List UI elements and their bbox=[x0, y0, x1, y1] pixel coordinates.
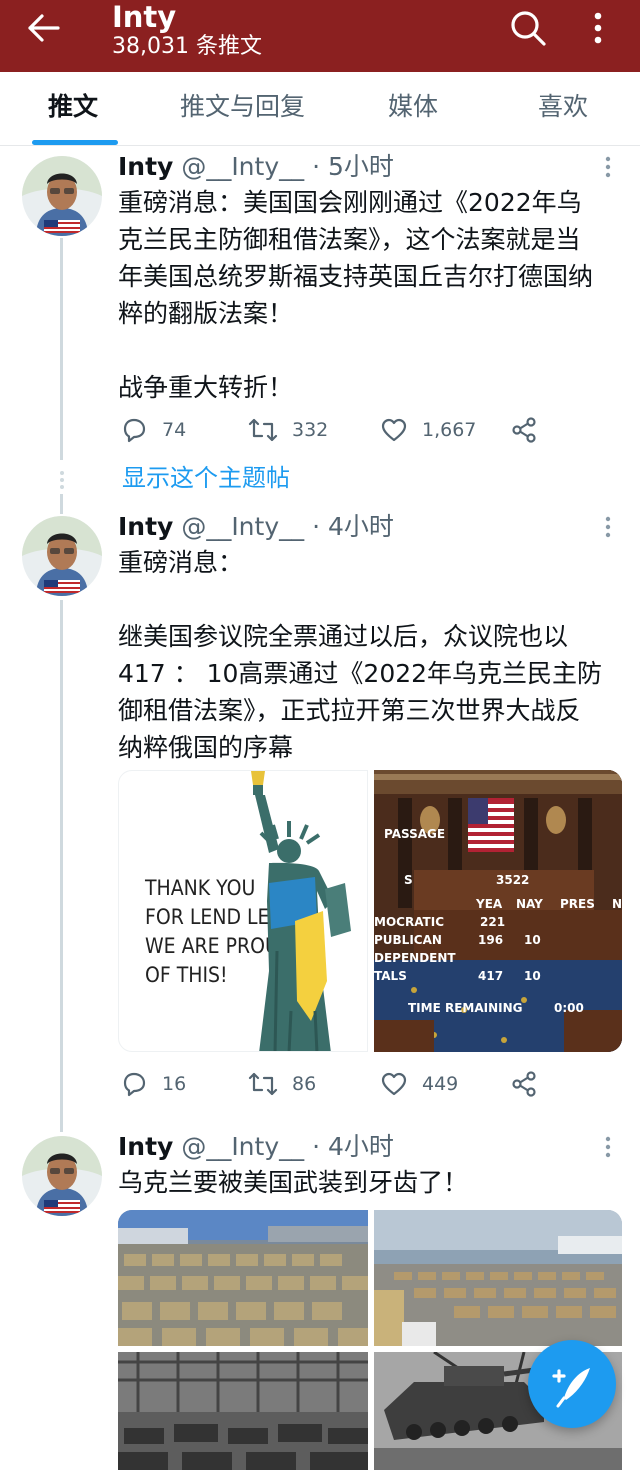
tweet-actions: 74 332 1,667 bbox=[118, 414, 618, 446]
reply-button[interactable]: 16 bbox=[120, 1068, 186, 1100]
board-nay: NAY bbox=[516, 897, 543, 911]
retweet-button[interactable]: 86 bbox=[248, 1068, 316, 1100]
board-rep-yea: 196 bbox=[478, 933, 503, 947]
avatar[interactable] bbox=[22, 1136, 102, 1216]
tweet-image-military-vehicles-lot[interactable] bbox=[118, 1210, 368, 1346]
profile-title: Inty bbox=[112, 0, 177, 34]
tweet-text: 乌克兰要被美国武装到牙齿了！ bbox=[118, 1168, 469, 1197]
heart-icon bbox=[381, 418, 407, 442]
tab-tweets[interactable]: 推文 bbox=[48, 90, 98, 124]
active-tab-indicator bbox=[32, 140, 118, 145]
tweet-header: Inty @__Inty__ · 5小时 bbox=[118, 152, 394, 182]
board-rep-nay: 10 bbox=[524, 933, 541, 947]
board-yea: YEA bbox=[475, 897, 503, 911]
like-button[interactable]: 1,667 bbox=[380, 414, 476, 446]
search-icon[interactable] bbox=[508, 8, 548, 48]
reply-count: 16 bbox=[162, 1073, 187, 1095]
tweet-image-house-vote[interactable]: PASSAGE S 3522 YEA NAY PRES N MOCRATIC 2… bbox=[374, 770, 622, 1052]
heart-icon bbox=[381, 1072, 407, 1096]
like-count: 449 bbox=[422, 1073, 459, 1095]
tweet-count: 38,031 条推文 bbox=[112, 34, 262, 59]
tweet-image-lend-lease-poster[interactable]: THANK YOU FOR LEND LEASE WE ARE PROUD OF… bbox=[118, 770, 368, 1052]
tab-likes[interactable]: 喜欢 bbox=[538, 90, 588, 124]
tweet-text: 重磅消息：美国国会刚刚通过《2022年乌 克兰民主防御租借法案》，这个法案就是当… bbox=[118, 188, 594, 402]
reply-count: 74 bbox=[162, 419, 187, 441]
more-vertical-icon[interactable] bbox=[586, 8, 610, 48]
tweet-header: Inty @__Inty__ · 4小时 bbox=[118, 512, 394, 542]
avatar[interactable] bbox=[22, 156, 102, 236]
retweet-button[interactable]: 332 bbox=[248, 414, 328, 446]
tweet-menu-icon[interactable] bbox=[600, 1136, 616, 1158]
tweet-time: · 4小时 bbox=[304, 1132, 394, 1161]
tab-media[interactable]: 媒体 bbox=[388, 90, 438, 124]
compose-tweet-button[interactable] bbox=[528, 1340, 616, 1428]
like-count: 1,667 bbox=[422, 419, 477, 441]
reply-icon bbox=[123, 1072, 146, 1097]
share-button[interactable] bbox=[510, 414, 552, 446]
profile-tabs: 推文 推文与回复 媒体 喜欢 bbox=[0, 72, 640, 146]
user-handle[interactable]: @__Inty__ bbox=[181, 1132, 304, 1161]
tweet-image-historic-factory[interactable] bbox=[118, 1352, 368, 1470]
board-democratic: MOCRATIC bbox=[374, 915, 444, 929]
display-name[interactable]: Inty bbox=[118, 152, 173, 181]
top-app-bar: Inty 38,031 条推文 bbox=[0, 0, 640, 72]
share-button[interactable] bbox=[510, 1068, 552, 1100]
reply-button[interactable]: 74 bbox=[120, 414, 186, 446]
tweet-header: Inty @__Inty__ · 4小时 bbox=[118, 1132, 394, 1162]
user-handle[interactable]: @__Inty__ bbox=[181, 512, 304, 541]
board-republican: PUBLICAN bbox=[374, 933, 442, 947]
thread-gap-dots-icon bbox=[60, 471, 64, 489]
show-thread-link[interactable]: 显示这个主题帖 bbox=[122, 462, 290, 494]
avatar[interactable] bbox=[22, 516, 102, 596]
reply-icon bbox=[123, 418, 146, 443]
retweet-count: 332 bbox=[292, 419, 329, 441]
tweet-time: · 4小时 bbox=[304, 512, 394, 541]
tweet-time: · 5小时 bbox=[304, 152, 394, 181]
board-s: S bbox=[404, 873, 413, 887]
share-icon bbox=[512, 417, 536, 443]
board-n: N bbox=[612, 897, 622, 911]
tweet-actions: 16 86 449 bbox=[118, 1068, 618, 1100]
board-totals: TALS bbox=[374, 969, 407, 983]
display-name[interactable]: Inty bbox=[118, 512, 173, 541]
display-name[interactable]: Inty bbox=[118, 1132, 173, 1161]
poster-line-1: THANK YOU bbox=[144, 876, 255, 900]
board-passage: PASSAGE bbox=[384, 827, 445, 841]
retweet-count: 86 bbox=[292, 1073, 317, 1095]
retweet-icon bbox=[248, 418, 278, 442]
board-time-label: TIME REMAINING bbox=[408, 1001, 523, 1015]
board-pres: PRES bbox=[560, 897, 595, 911]
tab-tweets-and-replies[interactable]: 推文与回复 bbox=[180, 90, 305, 124]
board-bill-number: 3522 bbox=[496, 873, 529, 887]
thread-line bbox=[60, 494, 63, 514]
tweet-menu-icon[interactable] bbox=[600, 516, 616, 538]
tweet-text: 重磅消息： 继美国参议院全票通过以后，众议院也以 417 ： 10高票通过《20… bbox=[118, 548, 603, 762]
board-total-nay: 10 bbox=[524, 969, 541, 983]
thread-line bbox=[60, 600, 63, 1132]
board-time-value: 0:00 bbox=[554, 1001, 584, 1015]
arrow-left-icon[interactable] bbox=[22, 10, 66, 46]
board-dem-yea: 221 bbox=[480, 915, 505, 929]
board-total-yea: 417 bbox=[478, 969, 503, 983]
user-handle[interactable]: @__Inty__ bbox=[181, 152, 304, 181]
tweet-image-armored-vehicles-port[interactable] bbox=[374, 1210, 622, 1346]
like-button[interactable]: 449 bbox=[380, 1068, 458, 1100]
board-independent: DEPENDENT bbox=[374, 951, 456, 965]
compose-feather-icon bbox=[552, 1368, 590, 1408]
retweet-icon bbox=[248, 1072, 278, 1096]
poster-line-4: OF THIS! bbox=[145, 963, 228, 987]
tweet-menu-icon[interactable] bbox=[600, 156, 616, 178]
share-icon bbox=[512, 1071, 536, 1097]
thread-line bbox=[60, 238, 63, 460]
